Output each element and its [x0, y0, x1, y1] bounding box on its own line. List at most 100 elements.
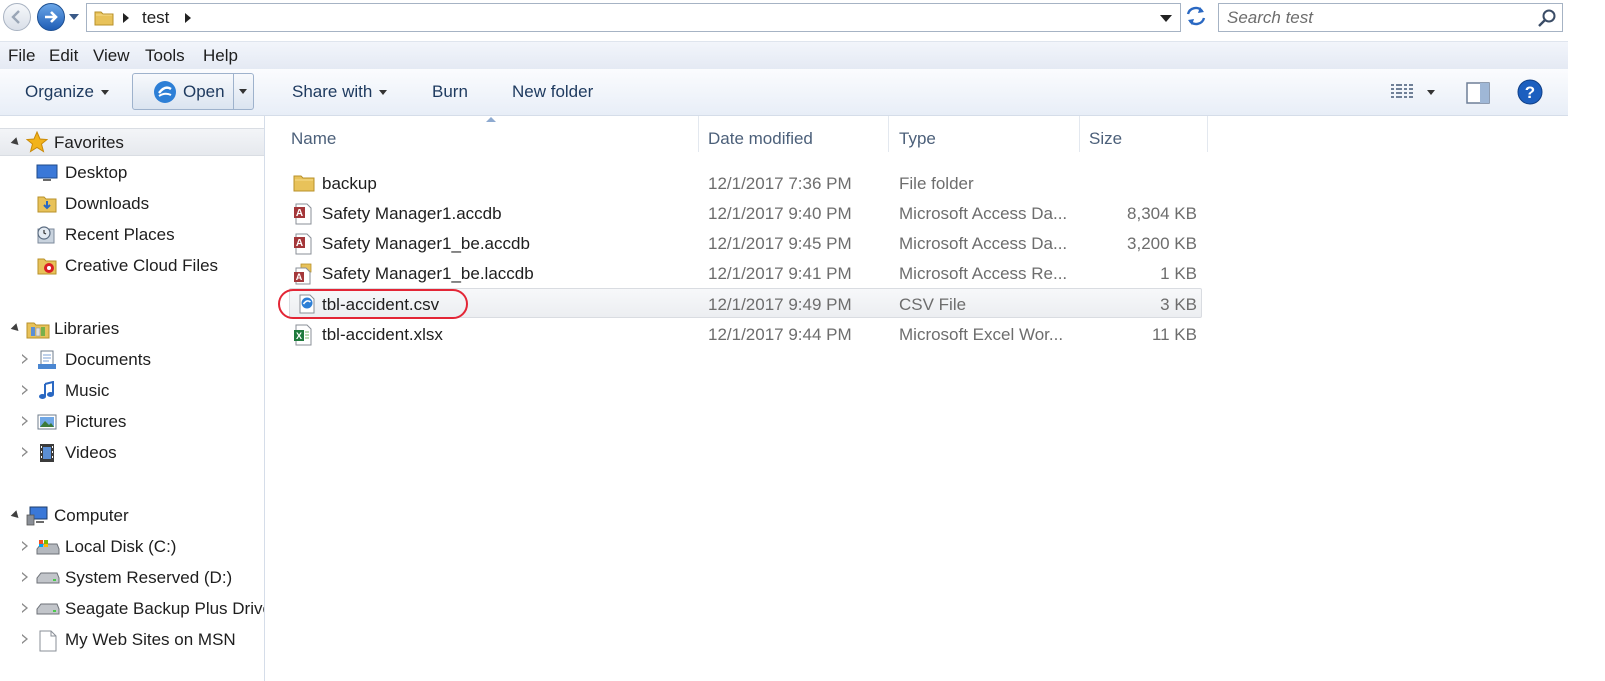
- nav-desktop[interactable]: Desktop: [0, 159, 264, 187]
- share-with-label: Share with: [292, 82, 373, 101]
- nav-label: System Reserved (D:): [65, 568, 233, 587]
- column-header-size[interactable]: Size: [1089, 129, 1122, 149]
- desktop-icon: [36, 164, 58, 181]
- views-dropdown-caret-icon[interactable]: [1427, 90, 1435, 95]
- column-header-type[interactable]: Type: [899, 129, 936, 149]
- nav-documents[interactable]: Documents: [0, 346, 264, 374]
- open-with-app-icon: [154, 81, 176, 103]
- address-bar: test: [0, 0, 1605, 36]
- expanded-arrow-icon[interactable]: [10, 323, 22, 334]
- nav-downloads[interactable]: Downloads: [0, 190, 264, 218]
- file-name: Safety Manager1.accdb: [322, 204, 502, 223]
- column-header-date-modified[interactable]: Date modified: [708, 129, 813, 149]
- forward-arrow-icon: [45, 11, 58, 23]
- nav-videos[interactable]: Videos: [0, 439, 264, 467]
- nav-label: Computer: [54, 506, 129, 525]
- nav-computer[interactable]: Computer: [0, 502, 264, 530]
- svg-text:A: A: [296, 208, 303, 219]
- drive-icon: [36, 603, 60, 615]
- file-row-safety-manager1-accdb[interactable]: A Safety Manager1.accdb 12/1/2017 9:40 P…: [289, 198, 1202, 228]
- collapsed-arrow-icon[interactable]: [21, 354, 28, 364]
- forward-button[interactable]: [37, 3, 65, 31]
- collapsed-arrow-icon[interactable]: [21, 572, 28, 582]
- collapsed-arrow-icon[interactable]: [21, 603, 28, 613]
- column-divider[interactable]: [1079, 116, 1080, 152]
- nav-seagate-backup[interactable]: Seagate Backup Plus Drive: [0, 595, 264, 623]
- sort-ascending-icon: [486, 117, 496, 122]
- file-date: 12/1/2017 9:44 PM: [708, 325, 852, 344]
- svg-text:X: X: [296, 331, 302, 341]
- menu-tools[interactable]: Tools: [145, 46, 185, 66]
- file-name: backup: [322, 174, 377, 193]
- burn-button[interactable]: Burn: [432, 82, 468, 102]
- column-header-name[interactable]: Name: [291, 129, 336, 149]
- svg-text:A: A: [296, 238, 303, 249]
- collapsed-arrow-icon[interactable]: [21, 416, 28, 426]
- organize-button[interactable]: Organize: [25, 82, 109, 102]
- command-bar: Organize Open Share with Burn New folder: [0, 69, 1568, 116]
- file-type: Microsoft Access Da...: [899, 204, 1068, 223]
- file-row-tbl-accident-xlsx[interactable]: X tbl-accident.xlsx 12/1/2017 9:44 PM Mi…: [289, 319, 1202, 349]
- file-row-safety-manager1-be-accdb[interactable]: A Safety Manager1_be.accdb 12/1/2017 9:4…: [289, 228, 1202, 258]
- menu-file[interactable]: File: [8, 46, 35, 66]
- collapsed-arrow-icon[interactable]: [21, 541, 28, 551]
- file-row-safety-manager1-be-laccdb[interactable]: A Safety Manager1_be.laccdb 12/1/2017 9:…: [289, 258, 1202, 288]
- expanded-arrow-icon[interactable]: [10, 510, 22, 521]
- share-with-caret-icon: [379, 90, 388, 96]
- organize-label: Organize: [25, 82, 94, 101]
- folder-icon: [94, 11, 114, 26]
- menu-edit[interactable]: Edit: [49, 46, 78, 66]
- back-button[interactable]: [3, 3, 31, 31]
- column-divider[interactable]: [888, 116, 889, 152]
- highlight-annotation-ring: [278, 289, 468, 319]
- nav-local-disk-c[interactable]: Local Disk (C:): [0, 533, 264, 561]
- recent-pages-dropdown[interactable]: [69, 14, 79, 20]
- change-view-icon[interactable]: [1390, 82, 1414, 102]
- nav-creative-cloud-files[interactable]: Creative Cloud Files: [0, 252, 264, 280]
- expanded-arrow-icon[interactable]: [10, 137, 22, 148]
- breadcrumb-chevron-icon[interactable]: [185, 13, 191, 23]
- help-icon[interactable]: ?: [1517, 79, 1543, 105]
- star-icon: [26, 131, 48, 153]
- new-folder-button[interactable]: New folder: [512, 82, 593, 102]
- access-file-icon: A: [294, 233, 312, 255]
- share-with-button[interactable]: Share with: [292, 82, 388, 102]
- excel-file-icon: X: [294, 324, 312, 346]
- breadcrumb-chevron-icon[interactable]: [123, 13, 129, 23]
- file-date: 12/1/2017 9:49 PM: [708, 295, 852, 314]
- nav-favorites[interactable]: Favorites: [0, 128, 264, 156]
- search-icon[interactable]: [1537, 8, 1557, 28]
- column-divider[interactable]: [698, 116, 699, 152]
- file-size: 1 KB: [1160, 264, 1197, 283]
- menu-help[interactable]: Help: [203, 46, 238, 66]
- organize-caret-icon: [100, 90, 109, 96]
- open-split-button[interactable]: Open: [132, 73, 254, 110]
- refresh-button[interactable]: [1184, 4, 1212, 32]
- collapsed-arrow-icon[interactable]: [21, 447, 28, 457]
- breadcrumb-test[interactable]: test: [142, 8, 169, 28]
- preview-pane-icon[interactable]: [1466, 82, 1490, 104]
- nav-libraries[interactable]: Libraries: [0, 315, 264, 343]
- nav-my-web-sites-msn[interactable]: My Web Sites on MSN: [0, 626, 264, 654]
- file-type: File folder: [899, 174, 974, 193]
- search-input[interactable]: [1227, 7, 1527, 28]
- music-icon: [39, 381, 54, 399]
- file-name: tbl-accident.xlsx: [322, 325, 443, 344]
- collapsed-arrow-icon[interactable]: [21, 385, 28, 395]
- nav-system-reserved-d[interactable]: System Reserved (D:): [0, 564, 264, 592]
- file-list-pane: Name Date modified Type Size backup 12/1…: [265, 116, 1568, 681]
- collapsed-arrow-icon[interactable]: [21, 634, 28, 644]
- nav-pictures[interactable]: Pictures: [0, 408, 264, 436]
- svg-text:?: ?: [1525, 83, 1535, 102]
- nav-music[interactable]: Music: [0, 377, 264, 405]
- nav-recent-places[interactable]: Recent Places: [0, 221, 264, 249]
- open-dropdown-caret-icon[interactable]: [239, 89, 247, 94]
- file-type: Microsoft Excel Wor...: [899, 325, 1064, 344]
- column-divider[interactable]: [1207, 116, 1208, 152]
- folder-icon: [293, 175, 315, 192]
- menu-view[interactable]: View: [93, 46, 130, 66]
- computer-icon: [26, 506, 48, 526]
- file-row-backup[interactable]: backup 12/1/2017 7:36 PM File folder: [289, 168, 1202, 198]
- address-box[interactable]: test: [86, 3, 1181, 32]
- address-history-dropdown[interactable]: [1160, 15, 1172, 22]
